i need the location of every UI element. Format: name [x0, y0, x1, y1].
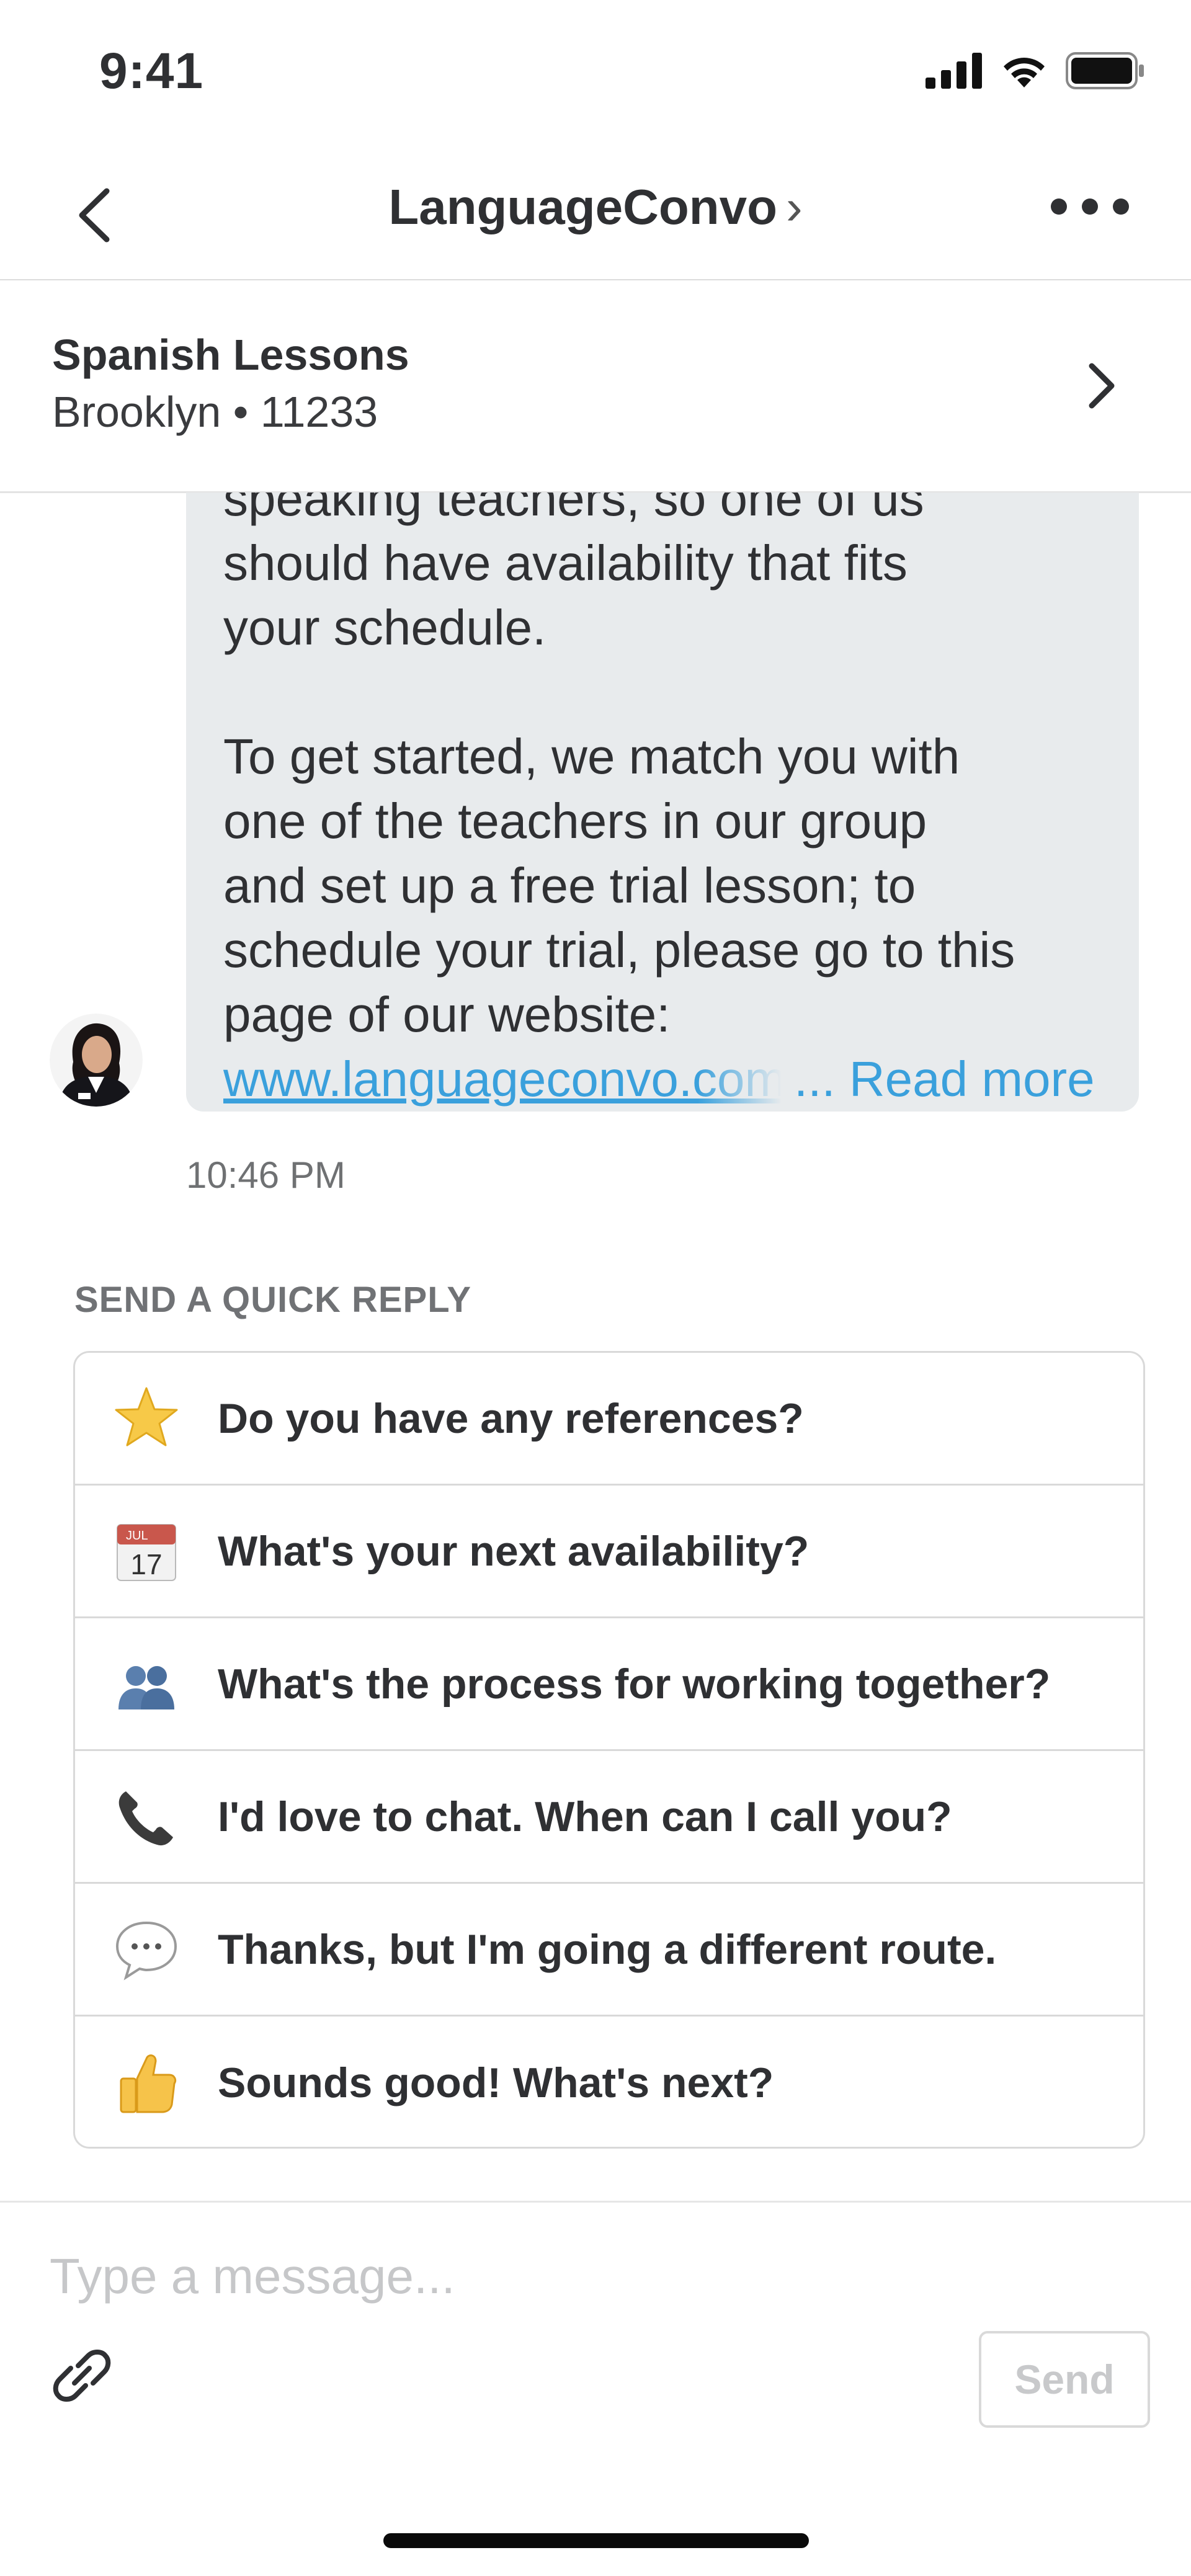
project-title: Spanish Lessons [52, 331, 409, 379]
message-thread[interactable]: speaking teachers, so one of us should h… [0, 492, 1191, 1237]
wifi-icon [1004, 58, 1045, 87]
message-line: To get started, we match you with [223, 729, 960, 784]
more-dot [1113, 198, 1129, 215]
star-icon [75, 1353, 218, 1484]
more-dot [1051, 198, 1067, 215]
quick-reply-label: Do you have any references? [218, 1394, 804, 1442]
cellular-signal-icon [926, 53, 982, 89]
message-bubble: speaking teachers, so one of us should h… [186, 492, 1139, 1112]
message-input[interactable] [50, 2239, 1104, 2314]
more-options-button[interactable] [1051, 198, 1129, 215]
chevron-right-icon [1079, 355, 1123, 417]
quick-reply-process[interactable]: What's the process for working together? [75, 1618, 1143, 1751]
avatar[interactable] [50, 1014, 143, 1107]
battery-icon [1066, 52, 1144, 89]
send-button[interactable]: Send [979, 2331, 1150, 2428]
message-line: schedule your trial, please go to this [223, 922, 1015, 978]
home-indicator[interactable] [383, 2533, 809, 2548]
conversation-title[interactable]: LanguageConvo › [0, 179, 1191, 236]
more-dot [1082, 198, 1098, 215]
navigation-bar: LanguageConvo › [0, 143, 1191, 281]
message-link-line: www.languageconvo.com ... Read more [223, 1047, 1102, 1112]
calendar-month: JUL [126, 1529, 148, 1543]
message-line: page of our website: [223, 987, 671, 1042]
chevron-right-icon: › [786, 179, 803, 234]
thumbs-up-icon [75, 2017, 218, 2147]
status-icons [926, 52, 1145, 89]
quick-reply-label: What's the process for working together? [218, 1660, 1051, 1708]
quick-reply-next[interactable]: Sounds good! What's next? [75, 2017, 1143, 2147]
project-header[interactable]: Spanish Lessons Brooklyn • 11233 [0, 280, 1191, 493]
attach-button[interactable] [51, 2345, 113, 2407]
calendar-icon: JUL 17 [75, 1486, 218, 1616]
quick-reply-label: Thanks, but I'm going a different route. [218, 1925, 997, 1973]
message-line: your schedule. [223, 600, 546, 655]
people-icon [75, 1618, 218, 1749]
message-timestamp: 10:46 PM [186, 1154, 346, 1196]
quick-reply-call[interactable]: I'd love to chat. When can I call you? [75, 1751, 1143, 1884]
paperclip-icon [53, 2350, 111, 2402]
message-line: should have availability that fits [223, 535, 908, 591]
message-line: one of the teachers in our group [223, 793, 927, 849]
quick-reply-references[interactable]: Do you have any references? [75, 1353, 1143, 1486]
calendar-day: 17 [130, 1548, 162, 1580]
quick-reply-decline[interactable]: Thanks, but I'm going a different route. [75, 1884, 1143, 2017]
quick-reply-label: What's your next availability? [218, 1527, 810, 1575]
composer-divider [0, 2201, 1191, 2203]
message-line: and set up a free trial lesson; to [223, 858, 916, 913]
quick-reply-label: Sounds good! What's next? [218, 2059, 774, 2106]
quick-reply-availability[interactable]: JUL 17 What's your next availability? [75, 1486, 1143, 1618]
quick-reply-label: I'd love to chat. When can I call you? [218, 1793, 952, 1840]
phone-icon [75, 1751, 218, 1882]
website-link[interactable]: www.languageconvo.com [223, 1047, 782, 1112]
business-name: LanguageConvo [388, 179, 778, 234]
read-more-link[interactable]: ... Read more [794, 1047, 1095, 1112]
quick-reply-heading: SEND A QUICK REPLY [74, 1280, 471, 1320]
status-time: 9:41 [99, 43, 204, 99]
speech-bubble-icon [75, 1884, 218, 2015]
quick-reply-list: Do you have any references? JUL 17 What'… [73, 1351, 1145, 2149]
project-location: Brooklyn • 11233 [52, 388, 378, 436]
message-line: speaking teachers, so one of us [223, 492, 924, 526]
